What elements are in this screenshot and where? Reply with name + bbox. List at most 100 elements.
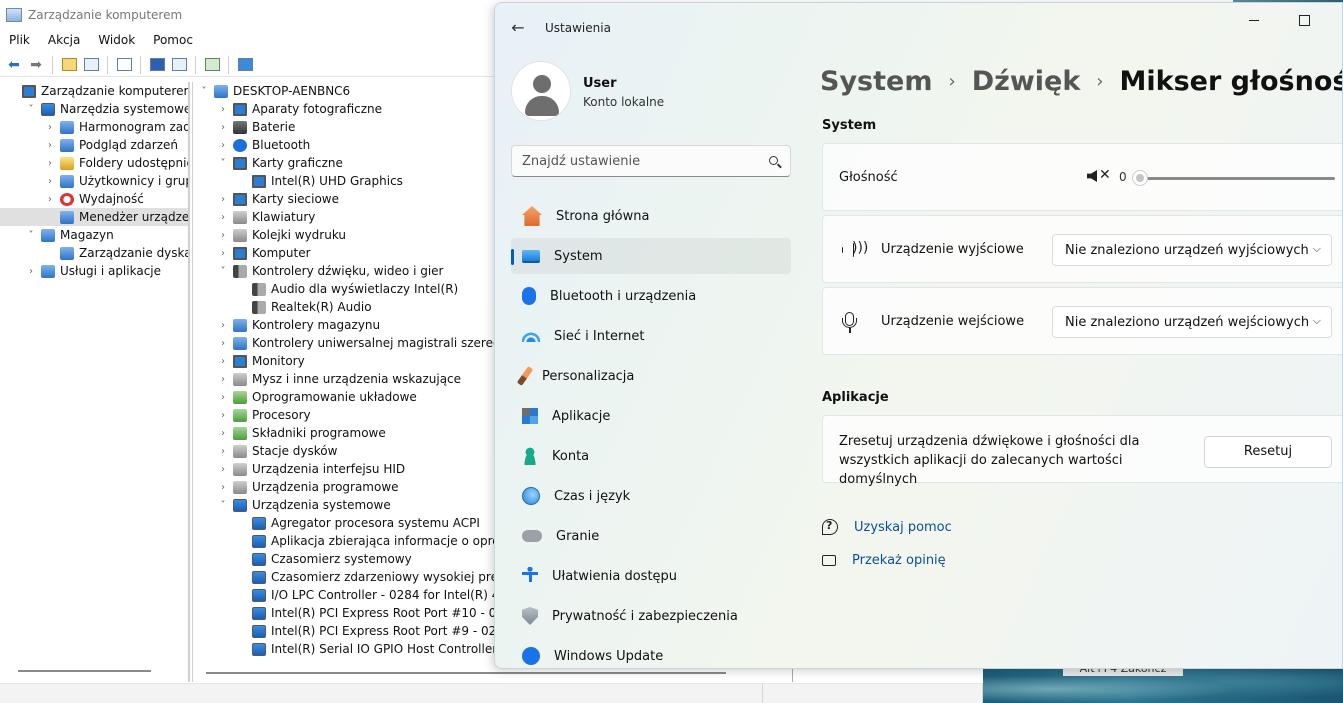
left-horizontal-scrollbar[interactable] [18, 670, 151, 672]
nav-item-gaming[interactable]: Granie [511, 518, 791, 554]
tree-item[interactable]: › Procesory [192, 406, 502, 424]
up-folder-icon[interactable] [59, 55, 79, 75]
tree-item[interactable]: Czasomierz systemowy [192, 550, 502, 568]
maximize-button[interactable] [1293, 11, 1317, 31]
output-device-dropdown[interactable]: Nie znaleziono urządzeń wyjściowych ⌵ [1052, 234, 1332, 266]
pane-divider[interactable] [189, 82, 190, 682]
nav-item-network[interactable]: Sieć i Internet [511, 318, 791, 354]
volume-slider[interactable] [1135, 177, 1335, 180]
chevron-right-icon[interactable]: › [217, 338, 229, 349]
chevron-right-icon[interactable]: › [217, 482, 229, 493]
tree-item[interactable]: › Urządzenia programowe [192, 478, 502, 496]
chevron-right-icon[interactable]: › [217, 446, 229, 457]
help-icon[interactable] [147, 55, 167, 75]
chevron-right-icon[interactable]: › [44, 140, 56, 151]
chevron-right-icon[interactable]: › [217, 374, 229, 385]
chevron-right-icon[interactable]: › [217, 392, 229, 403]
menu-plik[interactable]: Plik [0, 31, 39, 51]
chevron-right-icon[interactable]: › [217, 212, 229, 223]
action-pane-icon[interactable] [169, 55, 189, 75]
chevron-right-icon[interactable]: › [217, 464, 229, 475]
feedback-link[interactable]: Przekaż opinię [822, 549, 946, 571]
tree-item[interactable]: › Karty sieciowe [192, 190, 502, 208]
tree-item[interactable]: ˅ Magazyn [0, 226, 188, 244]
tree-item[interactable]: › Baterie [192, 118, 502, 136]
breadcrumb-system[interactable]: System [820, 66, 932, 97]
tree-item[interactable]: › Harmonogram zadań [0, 118, 188, 136]
tree-item[interactable]: › Aparaty fotograficzne [192, 100, 502, 118]
minimize-button[interactable] [1243, 11, 1267, 31]
chevron-down-icon[interactable]: ˅ [198, 86, 210, 97]
get-help-link[interactable]: Uzyskaj pomoc [822, 516, 952, 538]
chevron-down-icon[interactable]: ˅ [217, 500, 229, 511]
tree-item[interactable]: › Usługi i aplikacje [0, 262, 188, 280]
tree-item[interactable]: ˅ Kontrolery dźwięku, wideo i gier [192, 262, 502, 280]
tree-item[interactable]: Zarządzanie komputerem (lokal [0, 82, 188, 100]
tree-item[interactable]: ˅ Narzędzia systemowe [0, 100, 189, 118]
tree-item[interactable]: › Komputer [192, 244, 502, 262]
tree-item[interactable]: › Mysz i inne urządzenia wskazujące [192, 370, 502, 388]
chevron-right-icon[interactable]: › [217, 248, 229, 259]
nav-item-bluetooth[interactable]: Bluetooth i urządzenia [511, 278, 791, 314]
menu-widok[interactable]: Widok [89, 31, 144, 51]
chevron-right-icon[interactable]: › [217, 410, 229, 421]
chevron-right-icon[interactable]: › [217, 320, 229, 331]
tree-item[interactable]: › Składniki programowe [192, 424, 502, 442]
tree-item[interactable]: › Bluetooth [192, 136, 502, 154]
chevron-right-icon[interactable]: › [217, 104, 229, 115]
volume-slider-thumb[interactable] [1132, 170, 1148, 186]
nav-item-privacy[interactable]: Prywatność i zabezpieczenia [511, 598, 791, 634]
scan-hardware-icon[interactable] [202, 55, 222, 75]
tree-item[interactable]: Intel(R) Serial IO GPIO Host Controller … [192, 640, 502, 658]
tree-item[interactable]: › Kontrolery uniwersalnej magistrali szer… [192, 334, 502, 352]
tree-item[interactable]: Czasomierz zdarzeniowy wysokiej precyzji [192, 568, 502, 586]
nav-item-home[interactable]: Strona główna [511, 198, 791, 234]
monitor-icon[interactable] [235, 55, 255, 75]
tree-item[interactable]: Audio dla wyświetlaczy Intel(R) [192, 280, 502, 298]
nav-item-accounts[interactable]: Konta [511, 438, 791, 474]
tree-item[interactable]: ˅ DESKTOP-AENBNC6 [192, 82, 502, 100]
nav-item-accessibility[interactable]: Ułatwienia dostępu [511, 558, 791, 594]
tree-item[interactable]: › Wydajność [0, 190, 188, 208]
menu-pomoc[interactable]: Pomoc [144, 31, 202, 51]
chevron-right-icon[interactable]: › [217, 356, 229, 367]
show-tree-icon[interactable] [81, 55, 101, 75]
nav-item-time-language[interactable]: Czas i język [511, 478, 791, 514]
chevron-right-icon[interactable]: › [44, 158, 56, 169]
chevron-right-icon[interactable]: › [217, 230, 229, 241]
nav-item-personalization[interactable]: Personalizacja [511, 358, 791, 394]
chevron-down-icon[interactable]: ˅ [25, 104, 37, 115]
tree-item[interactable]: ˅ Karty graficzne [192, 154, 502, 172]
chevron-down-icon[interactable]: ˅ [25, 230, 37, 241]
back-button[interactable]: ← [507, 17, 529, 39]
search-input[interactable]: Znajdź ustawienie [511, 145, 791, 177]
chevron-down-icon[interactable]: ˅ [217, 266, 229, 277]
tree-item[interactable]: ˅ Urządzenia systemowe [192, 496, 502, 514]
chevron-right-icon[interactable]: › [25, 266, 37, 277]
chevron-right-icon[interactable]: › [217, 194, 229, 205]
chevron-right-icon[interactable]: › [44, 122, 56, 133]
menu-akcja[interactable]: Akcja [39, 31, 89, 51]
breadcrumb-sound[interactable]: Dźwięk [972, 66, 1081, 97]
user-card[interactable]: User Konto lokalne [511, 59, 791, 123]
tree-item[interactable]: › Stacje dysków [192, 442, 502, 460]
chevron-right-icon[interactable]: › [217, 122, 229, 133]
properties-icon[interactable] [114, 55, 134, 75]
nav-item-system[interactable]: System [511, 238, 791, 274]
tree-item[interactable]: Realtek(R) Audio [192, 298, 502, 316]
reset-button[interactable]: Resetuj [1204, 436, 1332, 468]
tree-item[interactable]: Intel(R) PCI Express Root Port #10 - 02B… [192, 604, 502, 622]
tree-item[interactable]: › Kontrolery magazynu [192, 316, 502, 334]
chevron-right-icon[interactable]: › [217, 428, 229, 439]
chevron-right-icon[interactable]: › [217, 140, 229, 151]
tree-item[interactable]: Menedżer urządzeń [0, 208, 188, 226]
tree-item[interactable]: Agregator procesora systemu ACPI [192, 514, 502, 532]
tree-item[interactable]: Aplikacja zbierająca informacje o oprogr… [192, 532, 502, 550]
mute-icon[interactable] [1087, 170, 1097, 182]
back-arrow-icon[interactable]: ⬅ [4, 55, 24, 75]
tree-item[interactable]: I/O LPC Controller - 0284 for Intel(R) 4… [192, 586, 502, 604]
tree-item[interactable]: › Foldery udostępnione [0, 154, 188, 172]
chevron-right-icon[interactable]: › [44, 194, 56, 205]
forward-arrow-icon[interactable]: ➡ [26, 55, 46, 75]
tree-item[interactable]: Intel(R) PCI Express Root Port #9 - 02B0 [192, 622, 502, 640]
